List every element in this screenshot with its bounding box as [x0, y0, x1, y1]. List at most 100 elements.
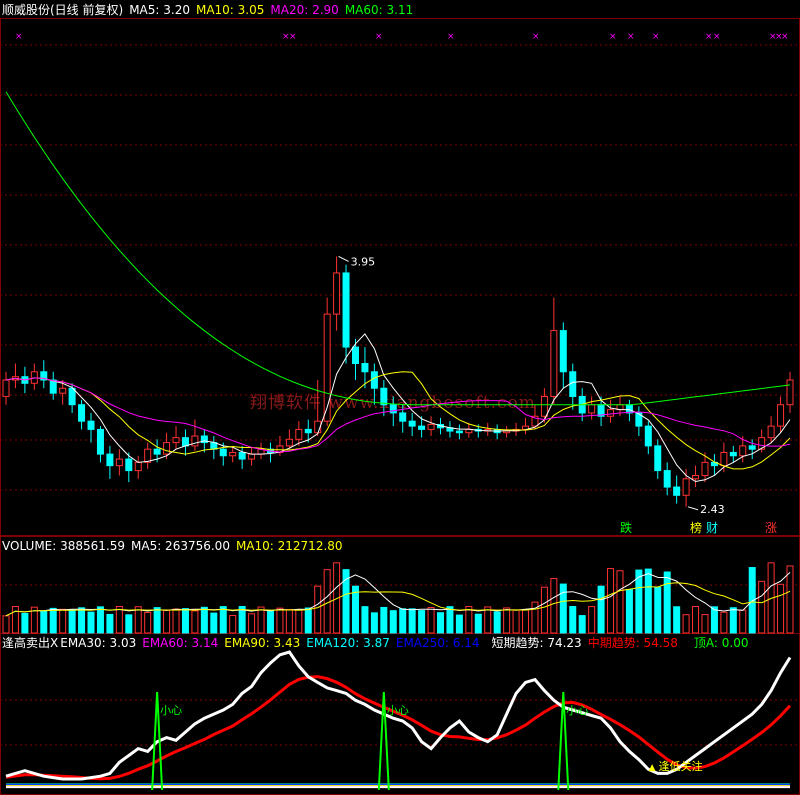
candle-body [427, 423, 435, 430]
top-mark-icon: × [652, 32, 660, 42]
top-mark-icon: × [609, 32, 617, 42]
volume-bar [597, 585, 605, 634]
candle-body [663, 470, 671, 488]
low-pointer [687, 506, 699, 511]
candle-body [370, 371, 378, 389]
volume-bar [777, 583, 785, 634]
volume-bar [550, 578, 558, 634]
candle-body [219, 448, 227, 457]
volume-bar [144, 611, 152, 634]
candle-body [323, 313, 331, 422]
volume-bar [446, 606, 454, 634]
candle-body [654, 445, 662, 472]
price-panel-frame [0, 18, 800, 536]
candle-body [229, 451, 237, 457]
candle-body [408, 420, 416, 427]
candle-body [559, 330, 567, 373]
top-mark-icon: × [15, 32, 23, 42]
volume-bar [163, 609, 171, 634]
volume-bar [616, 570, 624, 634]
top-mark-icon: × [705, 32, 713, 42]
volume-bar [276, 607, 284, 634]
volume-bar [389, 610, 397, 634]
volume-bar [408, 608, 416, 634]
volume-bar [11, 606, 19, 634]
high-pointer [338, 256, 349, 262]
candle-body [115, 458, 123, 467]
volume-bar [399, 608, 407, 634]
candle-body [59, 387, 67, 394]
focus-arrow-icon: ▲ [649, 763, 656, 773]
candle-body [588, 404, 596, 414]
low-price-label: 2.43 [700, 503, 725, 516]
candle-body [172, 437, 180, 444]
volume-bar [78, 607, 86, 634]
volume-bar [323, 569, 331, 634]
volume-bar [739, 609, 747, 634]
volume-bar [710, 606, 718, 634]
volume-bar [59, 608, 67, 634]
volume-bar [370, 612, 378, 634]
top-mark-icon: × [627, 32, 635, 42]
top-mark-icon: × [713, 32, 721, 42]
volume-bar [351, 585, 359, 634]
volume-bar [503, 607, 511, 634]
volume-bar [181, 608, 189, 634]
volume-bar [720, 611, 728, 634]
volume-bar [87, 611, 95, 634]
candle-body [106, 453, 114, 467]
volume-bar [295, 609, 303, 634]
candle-body [550, 330, 558, 397]
top-mark-icon: × [289, 32, 297, 42]
candle-body [692, 475, 700, 480]
volume-bar [40, 610, 48, 634]
top-mark-icon: × [375, 32, 383, 42]
volume-bar [625, 588, 633, 634]
candle-body [389, 404, 397, 414]
volume-bar [21, 612, 29, 634]
candle-body [786, 379, 794, 406]
volume-bar [786, 565, 794, 634]
candle-body [540, 395, 548, 417]
candle-body [701, 461, 709, 477]
volume-bar [248, 613, 256, 634]
candle-body [729, 451, 737, 457]
stock-chart-window: { "price_panel": { "title": "顺威股份(日线 前复权… [0, 0, 800, 795]
candle-body [673, 486, 681, 496]
ma20-line [5, 377, 791, 453]
signal-label-list: 榜 [690, 520, 702, 535]
volume-bar [106, 613, 114, 634]
volume-bar [644, 568, 652, 634]
signal-label-money: 财 [706, 521, 718, 535]
volume-bar [588, 606, 596, 634]
volume-bar [191, 610, 199, 634]
volume-bar [304, 607, 312, 634]
volume-bar [380, 606, 388, 634]
candle-body [739, 445, 747, 457]
volume-bar [2, 615, 10, 634]
candle-body [78, 404, 86, 422]
volume-bar [559, 583, 567, 634]
candle-body [68, 387, 76, 406]
volume-bar [692, 605, 700, 634]
candle-body [248, 453, 256, 460]
candle-body [304, 428, 312, 434]
caution-label: 小心 [160, 704, 182, 717]
candle-body [682, 478, 690, 496]
focus-label: 逢低关注 [659, 759, 703, 773]
volume-bar [455, 614, 463, 634]
volume-bar [153, 607, 161, 634]
high-price-label: 3.95 [351, 255, 376, 268]
candle-body [399, 412, 407, 422]
volume-bar [512, 609, 520, 634]
volume-bar [257, 606, 265, 634]
volume-bar [200, 606, 208, 634]
signal-label-up: 涨 [765, 520, 777, 535]
candle-body [503, 430, 511, 434]
caution-label: 小心 [387, 704, 409, 717]
volume-bar [729, 607, 737, 634]
caution-label: 小心 [566, 704, 588, 717]
volume-bar [540, 586, 548, 634]
volume-bar [474, 613, 482, 634]
volume-bar [49, 607, 57, 634]
